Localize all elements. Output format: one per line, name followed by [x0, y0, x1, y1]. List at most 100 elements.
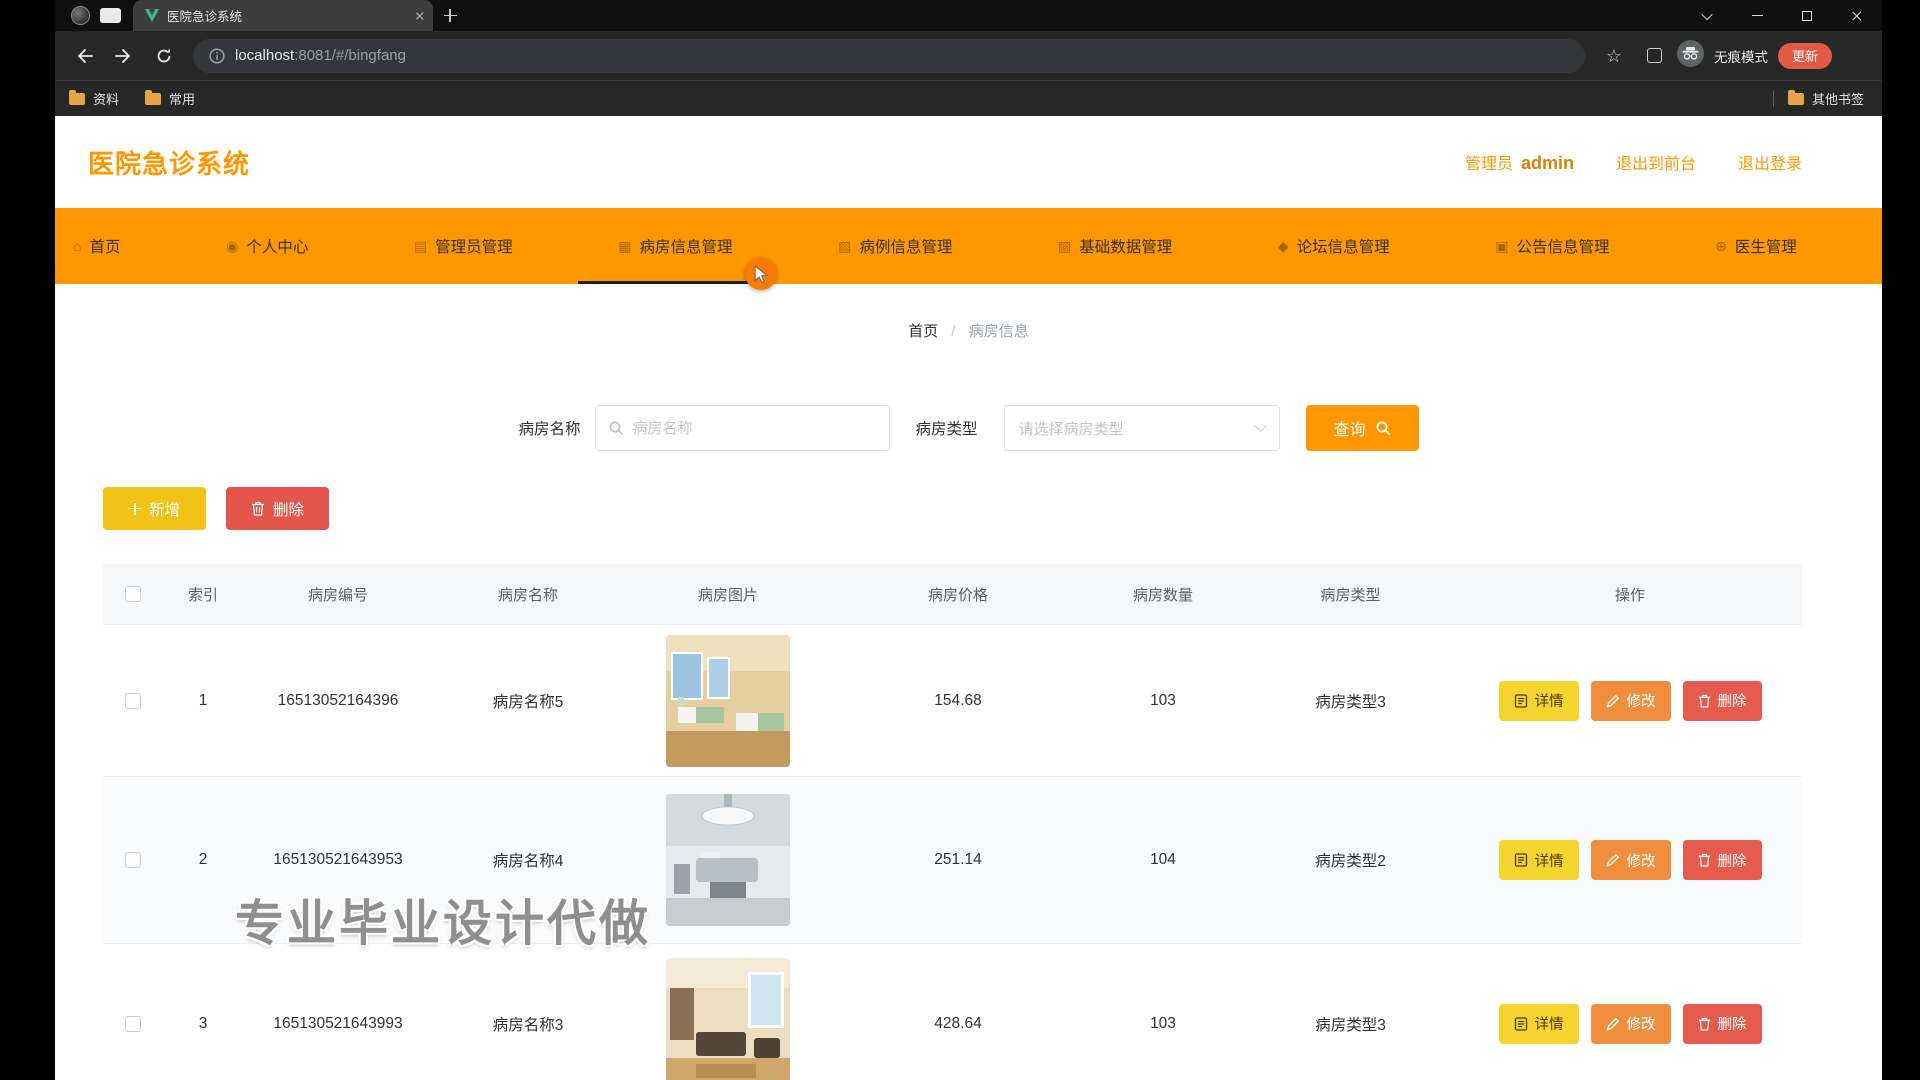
bookmark-folder[interactable]: 常用 — [145, 89, 195, 108]
site-header: 医院急诊系统 管理员 admin 退出到前台 退出登录 — [55, 116, 1882, 208]
add-button[interactable]: 新增 — [103, 487, 206, 530]
room-photo — [666, 635, 790, 767]
nav-item-doctor-manage[interactable]: ⊕ 医生管理 — [1715, 208, 1797, 284]
row-delete-button[interactable]: 删除 — [1683, 681, 1762, 721]
row-delete-button[interactable]: 删除 — [1683, 1004, 1762, 1044]
col-header: 病房名称 — [498, 584, 558, 605]
cell-type: 病房类型2 — [1315, 849, 1386, 871]
forum-info-icon: ◆ — [1278, 238, 1289, 255]
home-icon: ⌂ — [73, 238, 81, 254]
row-checkbox[interactable] — [125, 1016, 141, 1032]
folder-icon — [145, 93, 161, 105]
ward-type-label: 病房类型 — [916, 417, 978, 439]
notice-info-icon: ▣ — [1495, 238, 1508, 255]
nav-item-ward-info[interactable]: ▦ 病房信息管理 — [618, 208, 732, 284]
back-button[interactable] — [67, 39, 101, 73]
folder-icon — [69, 93, 85, 105]
vue-favicon-icon — [145, 9, 159, 22]
chrome-update-button[interactable]: 更新 — [1778, 43, 1832, 69]
tab-search-button[interactable] — [1682, 0, 1732, 31]
ward-name-input[interactable] — [633, 420, 877, 437]
cell-price: 154.68 — [934, 692, 981, 710]
edit-label: 修改 — [1627, 850, 1656, 871]
detail-button[interactable]: 详情 — [1499, 840, 1579, 880]
new-tab-button[interactable] — [433, 0, 467, 31]
edit-button[interactable]: 修改 — [1591, 1004, 1671, 1044]
chevron-down-icon — [1254, 419, 1267, 432]
row-checkbox[interactable] — [125, 693, 141, 709]
bookmark-folder[interactable]: 资料 — [69, 89, 119, 108]
window-close-button[interactable] — [1832, 0, 1882, 31]
document-icon — [1514, 694, 1528, 708]
tab-strip: 医院急诊系统 — [55, 0, 1882, 31]
exit-to-front-link[interactable]: 退出到前台 — [1616, 150, 1696, 174]
ward-info-icon: ▦ — [618, 238, 631, 255]
delete-button[interactable]: 删除 — [226, 487, 329, 530]
room-photo — [666, 958, 790, 1080]
edit-button[interactable]: 修改 — [1591, 681, 1671, 721]
address-bar[interactable]: localhost:8081/#/bingfang — [193, 39, 1585, 73]
ward-name-label: 病房名称 — [518, 417, 580, 439]
ward-name-field — [595, 405, 890, 451]
breadcrumb-home[interactable]: 首页 — [908, 323, 938, 340]
folder-icon — [1788, 93, 1804, 105]
row-checkbox[interactable] — [125, 852, 141, 868]
search-icon — [1375, 420, 1391, 436]
username: admin — [1521, 153, 1574, 174]
window-maximize-button[interactable] — [1782, 0, 1832, 31]
delete-label: 删除 — [273, 498, 304, 520]
nav-item-case-info[interactable]: ▧ 病例信息管理 — [838, 208, 952, 284]
col-header: 病房图片 — [698, 584, 758, 605]
nav-label: 病例信息管理 — [859, 235, 952, 257]
nav-item-profile[interactable]: ◉ 个人中心 — [226, 208, 308, 284]
browser-menu-button[interactable] — [1838, 47, 1858, 65]
bookmark-label: 常用 — [169, 89, 195, 108]
side-panel-button[interactable] — [1637, 39, 1671, 73]
site-logo[interactable]: 医院急诊系统 — [88, 144, 250, 181]
trash-icon — [1698, 694, 1711, 708]
cell-quantity: 103 — [1150, 1015, 1176, 1033]
cell-ward-name: 病房名称5 — [493, 690, 564, 712]
main-nav: ⌂ 首页 ◉ 个人中心 ▤ 管理员管理 ▦ 病房信息管理 — [55, 208, 1882, 284]
col-header: 操作 — [1615, 584, 1645, 605]
col-header: 病房类型 — [1320, 584, 1380, 605]
globe-icon[interactable] — [71, 6, 90, 25]
nav-item-forum-info[interactable]: ◆ 论坛信息管理 — [1278, 208, 1390, 284]
cell-quantity: 104 — [1150, 851, 1176, 869]
window-minimize-button[interactable] — [1732, 0, 1782, 31]
forward-button[interactable] — [107, 39, 141, 73]
nav-item-home[interactable]: ⌂ 首页 — [73, 208, 120, 284]
bookmarks-bar: 资料 常用 其他书签 — [55, 80, 1882, 116]
site-info-icon[interactable] — [209, 48, 225, 64]
nav-item-notice-info[interactable]: ▣ 公告信息管理 — [1495, 208, 1609, 284]
screen-icon[interactable] — [100, 8, 121, 23]
trash-icon — [251, 501, 265, 516]
detail-button[interactable]: 详情 — [1499, 1004, 1579, 1044]
logout-link[interactable]: 退出登录 — [1738, 150, 1802, 174]
browser-tab[interactable]: 医院急诊系统 — [133, 0, 433, 31]
nav-label: 管理员管理 — [435, 235, 513, 257]
ward-type-select[interactable]: 请选择病房类型 — [1004, 405, 1280, 451]
other-bookmarks-label: 其他书签 — [1812, 89, 1864, 108]
edit-button[interactable]: 修改 — [1591, 840, 1671, 880]
query-button[interactable]: 查询 — [1306, 405, 1419, 451]
other-bookmarks-button[interactable]: 其他书签 — [1788, 89, 1864, 108]
nav-label: 基础数据管理 — [1079, 235, 1172, 257]
browser-toolbar: localhost:8081/#/bingfang ☆ 无痕模式 更新 — [55, 31, 1882, 80]
update-label: 更新 — [1792, 46, 1818, 65]
nav-item-base-data[interactable]: ▨ 基础数据管理 — [1058, 208, 1172, 284]
table-row: 2 165130521643953 病房名称4 251.14 104 病房类型2 — [103, 777, 1802, 944]
tab-close-icon[interactable] — [415, 11, 425, 21]
reload-button[interactable] — [147, 39, 181, 73]
row-delete-button[interactable]: 删除 — [1683, 840, 1762, 880]
bookmark-star-button[interactable]: ☆ — [1597, 39, 1631, 73]
incognito-avatar[interactable] — [1677, 40, 1704, 72]
pencil-icon — [1606, 694, 1620, 708]
edit-label: 修改 — [1627, 1013, 1656, 1034]
detail-button[interactable]: 详情 — [1499, 681, 1579, 721]
col-header: 病房数量 — [1133, 584, 1193, 605]
profile-icon: ◉ — [226, 238, 238, 255]
select-all-checkbox[interactable] — [125, 586, 141, 602]
breadcrumb-separator: / — [951, 323, 955, 340]
nav-item-admin-manage[interactable]: ▤ 管理员管理 — [414, 208, 513, 284]
